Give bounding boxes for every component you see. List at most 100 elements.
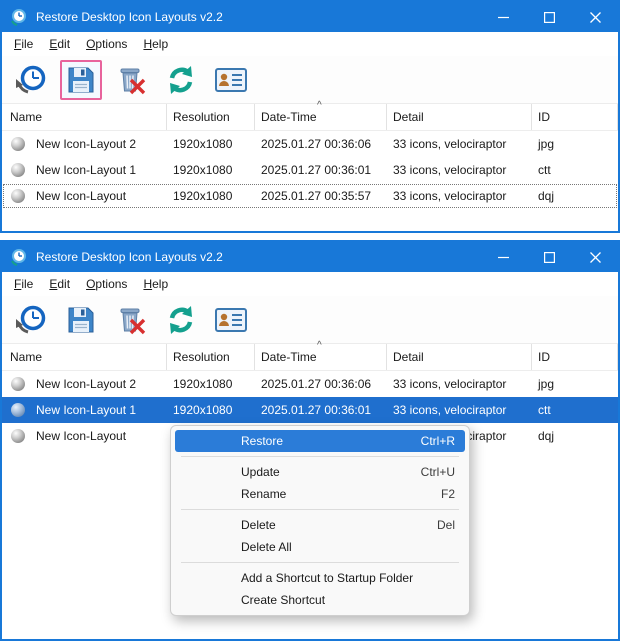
column-label: Resolution — [173, 110, 230, 124]
window-title: Restore Desktop Icon Layouts v2.2 — [36, 10, 223, 24]
column-header-resolution[interactable]: Resolution — [167, 344, 255, 370]
menu-options-accel: O — [86, 37, 95, 51]
context-menu-item-restore[interactable]: Restore Ctrl+R — [175, 430, 465, 452]
column-label: Name — [10, 350, 42, 364]
window-controls — [480, 242, 618, 272]
table-row-selected[interactable]: New Icon-Layout 1 1920x1080 2025.01.27 0… — [2, 397, 618, 423]
minimize-button[interactable] — [480, 242, 526, 272]
column-header-name[interactable]: Name — [2, 104, 167, 130]
column-label: ID — [538, 350, 550, 364]
menu-options[interactable]: Options — [78, 274, 135, 294]
table-row[interactable]: New Icon-Layout 1 1920x1080 2025.01.27 0… — [2, 157, 618, 183]
column-header-id[interactable]: ID — [532, 104, 618, 130]
menu-help[interactable]: Help — [135, 34, 176, 54]
close-icon — [590, 252, 601, 263]
maximize-icon — [544, 252, 555, 263]
menu-options-accel: O — [86, 277, 95, 291]
layout-id: dqj — [532, 429, 618, 443]
column-label: Date-Time — [261, 110, 317, 124]
context-menu-item-rename[interactable]: Rename F2 — [175, 483, 465, 505]
context-menu-item-create-shortcut[interactable]: Create Shortcut — [175, 589, 465, 611]
context-menu-separator — [181, 456, 459, 457]
save-layout-button[interactable] — [60, 60, 102, 100]
maximize-button[interactable] — [526, 242, 572, 272]
menu-file-rest: ile — [21, 37, 33, 51]
layout-resolution: 1920x1080 — [167, 377, 255, 391]
minimize-icon — [498, 12, 509, 23]
menu-file[interactable]: File — [6, 34, 41, 54]
menu-file-rest: ile — [21, 277, 33, 291]
titlebar: Restore Desktop Icon Layouts v2.2 — [2, 242, 618, 272]
layout-id: dqj — [532, 189, 618, 203]
layout-name: New Icon-Layout 2 — [36, 137, 136, 151]
maximize-icon — [544, 12, 555, 23]
layout-detail: 33 icons, velociraptor — [387, 163, 532, 177]
layout-name: New Icon-Layout 2 — [36, 377, 136, 391]
close-button[interactable] — [572, 2, 618, 32]
refresh-button[interactable] — [160, 300, 202, 340]
sort-ascending-icon: ^ — [317, 101, 322, 111]
delete-layout-button[interactable] — [110, 300, 152, 340]
column-header-resolution[interactable]: Resolution — [167, 104, 255, 130]
contact-card-icon — [214, 305, 248, 335]
layout-datetime: 2025.01.27 00:36:01 — [255, 163, 387, 177]
layout-resolution: 1920x1080 — [167, 189, 255, 203]
menubar: File Edit Options Help — [2, 32, 618, 56]
refresh-button[interactable] — [160, 60, 202, 100]
context-menu-label: Add a Shortcut to Startup Folder — [241, 571, 413, 585]
delete-layout-button[interactable] — [110, 60, 152, 100]
menu-edit-rest: dit — [57, 37, 70, 51]
context-menu-label: Update — [241, 465, 280, 479]
layout-id: jpg — [532, 137, 618, 151]
menubar: File Edit Options Help — [2, 272, 618, 296]
table-row[interactable]: New Icon-Layout 2 1920x1080 2025.01.27 0… — [2, 371, 618, 397]
column-header-datetime[interactable]: Date-Time^ — [255, 104, 387, 130]
context-menu-item-update[interactable]: Update Ctrl+U — [175, 461, 465, 483]
column-header-datetime[interactable]: Date-Time^ — [255, 344, 387, 370]
context-menu-item-add-shortcut-startup[interactable]: Add a Shortcut to Startup Folder — [175, 567, 465, 589]
column-header-name[interactable]: Name — [2, 344, 167, 370]
clock-restore-icon — [14, 304, 48, 336]
layout-ball-icon — [11, 377, 25, 391]
layout-details-button[interactable] — [210, 300, 252, 340]
layout-datetime: 2025.01.27 00:35:57 — [255, 189, 387, 203]
layout-ball-icon — [11, 163, 25, 177]
layout-name: New Icon-Layout 1 — [36, 163, 136, 177]
menu-file[interactable]: File — [6, 274, 41, 294]
menu-options-rest: ptions — [95, 277, 127, 291]
menu-edit[interactable]: Edit — [41, 274, 78, 294]
column-header-id[interactable]: ID — [532, 344, 618, 370]
column-header-detail[interactable]: Detail — [387, 344, 532, 370]
layout-ball-icon — [11, 403, 25, 417]
table-row[interactable]: New Icon-Layout 2 1920x1080 2025.01.27 0… — [2, 131, 618, 157]
layout-details-button[interactable] — [210, 60, 252, 100]
layout-detail: 33 icons, velociraptor — [387, 403, 532, 417]
minimize-icon — [498, 252, 509, 263]
save-layout-button[interactable] — [60, 300, 102, 340]
menu-options[interactable]: Options — [78, 34, 135, 54]
column-label: Resolution — [173, 350, 230, 364]
context-menu-item-delete-all[interactable]: Delete All — [175, 536, 465, 558]
menu-options-rest: ptions — [95, 37, 127, 51]
context-menu-separator — [181, 509, 459, 510]
menu-help-rest: elp — [152, 37, 168, 51]
context-menu-item-delete[interactable]: Delete Del — [175, 514, 465, 536]
desktop: Restore Desktop Icon Layouts v2.2 File E… — [0, 0, 620, 641]
menu-help-accel: H — [143, 37, 152, 51]
menu-help[interactable]: Help — [135, 274, 176, 294]
column-header-detail[interactable]: Detail — [387, 104, 532, 130]
layout-id: ctt — [532, 403, 618, 417]
restore-layout-button[interactable] — [10, 60, 52, 100]
layout-ball-icon — [11, 429, 25, 443]
menu-edit[interactable]: Edit — [41, 34, 78, 54]
table-row[interactable]: New Icon-Layout 1920x1080 2025.01.27 00:… — [2, 183, 618, 209]
restore-layout-button[interactable] — [10, 300, 52, 340]
maximize-button[interactable] — [526, 2, 572, 32]
context-menu-label: Rename — [241, 487, 286, 501]
layout-datetime: 2025.01.27 00:36:01 — [255, 403, 387, 417]
context-menu-shortcut: Ctrl+R — [421, 434, 455, 448]
minimize-button[interactable] — [480, 2, 526, 32]
layout-name: New Icon-Layout 1 — [36, 403, 136, 417]
close-button[interactable] — [572, 242, 618, 272]
toolbar — [2, 56, 618, 104]
